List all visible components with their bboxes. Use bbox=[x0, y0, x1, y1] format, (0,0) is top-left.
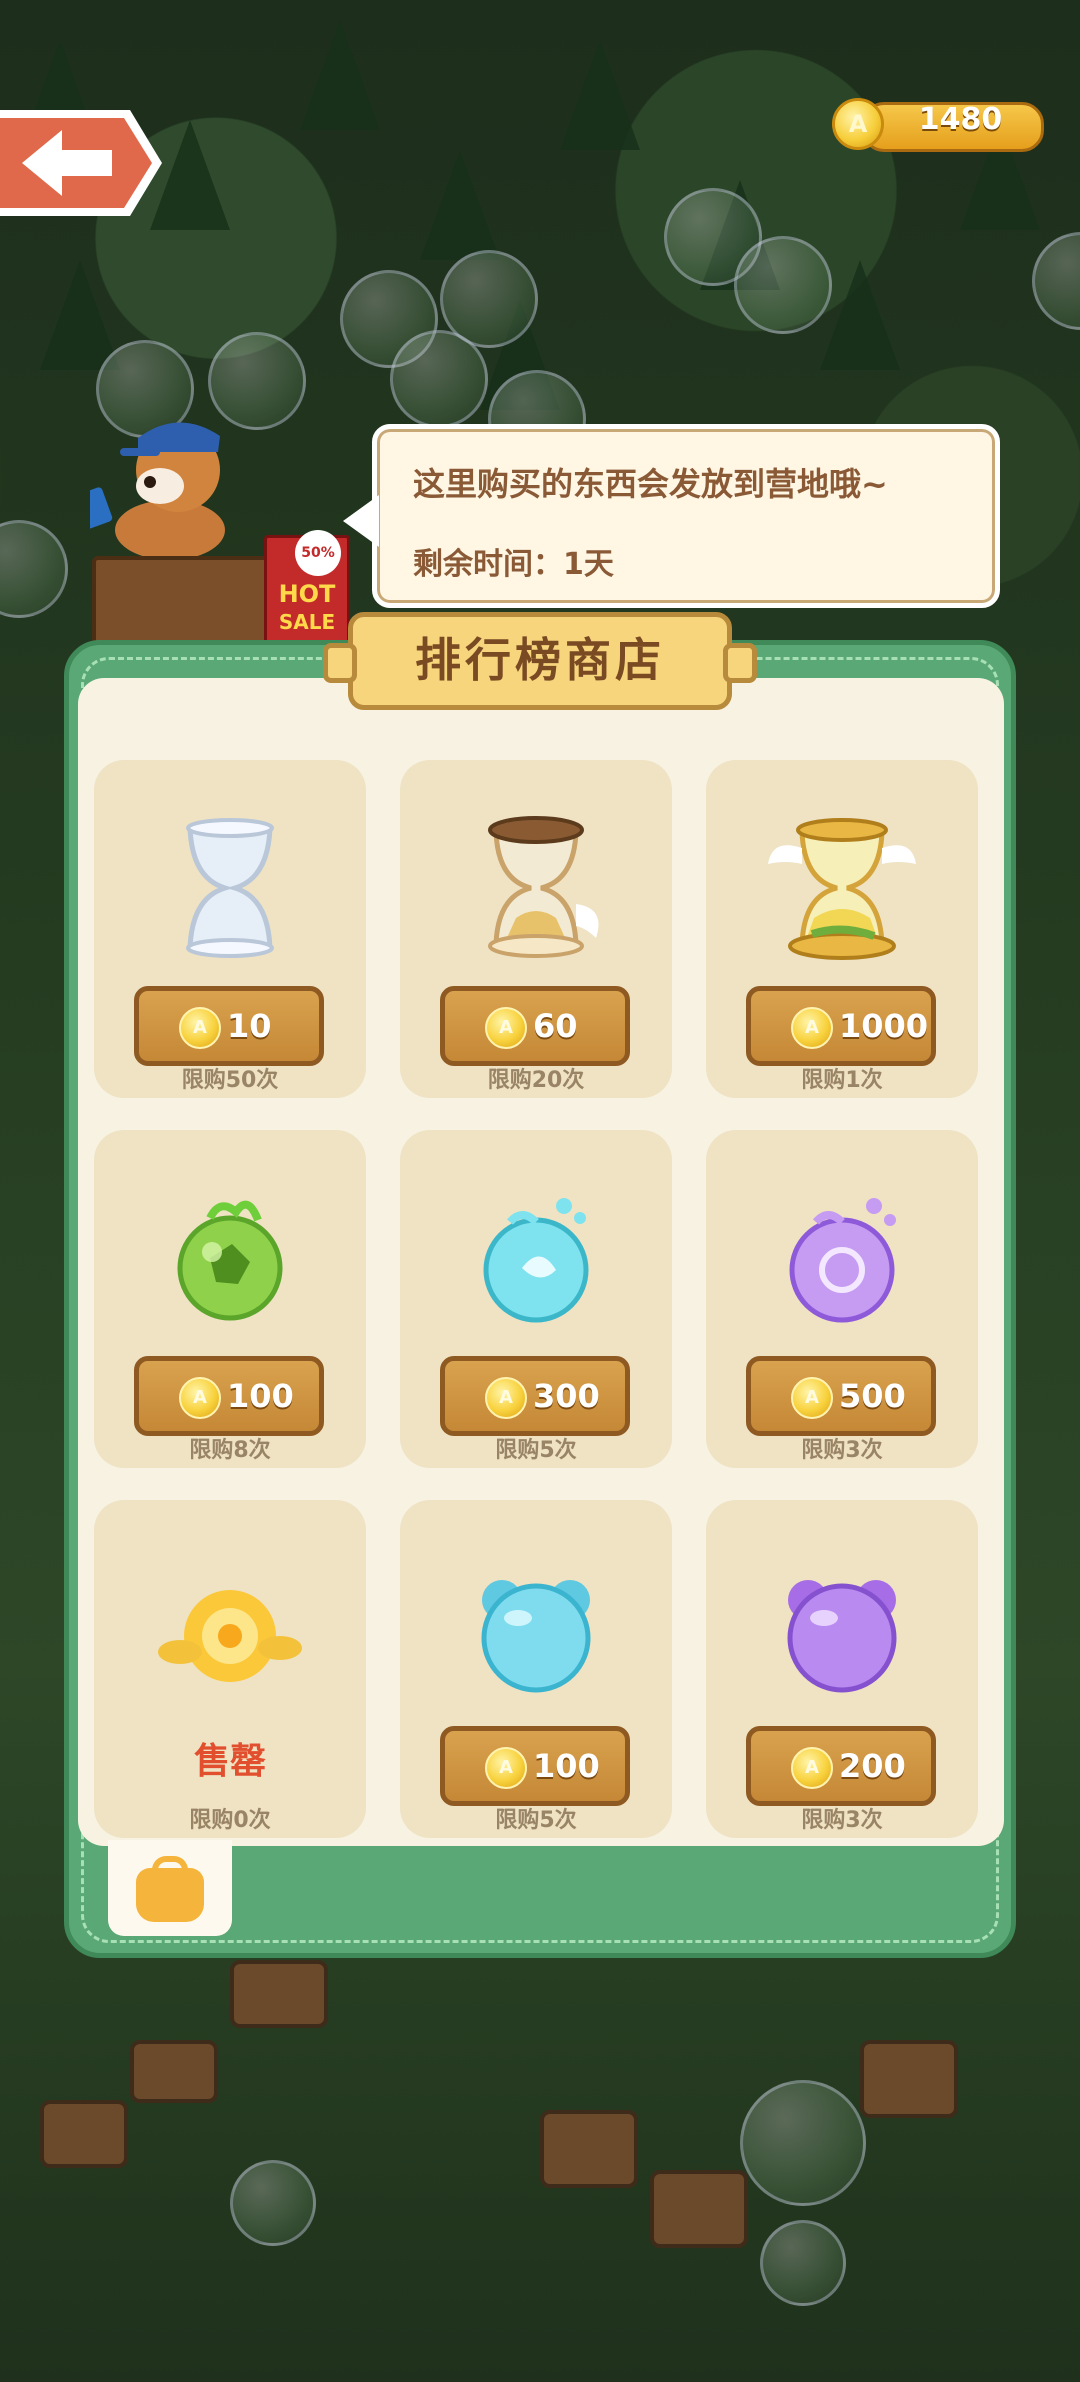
shop-title-text: 排行榜商店 bbox=[415, 633, 665, 687]
purchase-limit: 限购20次 bbox=[487, 1068, 585, 1093]
golden-rose-icon bbox=[158, 1590, 302, 1682]
price-label: 100 bbox=[533, 1747, 600, 1785]
blue-bear-jelly-icon bbox=[481, 1580, 591, 1693]
price-label: 60 bbox=[533, 1007, 578, 1045]
speech-bubble: 这里购买的东西会发放到营地哦~ 剩余时间：1天 bbox=[343, 424, 1000, 608]
buy-button[interactable]: 1000 bbox=[746, 986, 936, 1066]
purchase-limit: 限购3次 bbox=[801, 1808, 883, 1833]
discount-badge: 50% OFF bbox=[295, 530, 341, 607]
shop-item-card: 售罄 限购0次 bbox=[94, 1500, 366, 1838]
coin-icon bbox=[485, 1377, 527, 1419]
shop-item-card[interactable]: 10 限购50次 bbox=[94, 760, 366, 1098]
bag-icon bbox=[136, 1856, 204, 1922]
hot-label: HOT bbox=[278, 580, 336, 608]
shop-grid: 10 限购50次 60 限购20次 1000 bbox=[78, 678, 1004, 1846]
purchase-limit: 限购0次 bbox=[189, 1808, 271, 1833]
price-label: 300 bbox=[533, 1377, 600, 1415]
purchase-limit: 限购8次 bbox=[189, 1438, 271, 1463]
buy-button[interactable]: 300 bbox=[440, 1356, 630, 1436]
back-arrow-icon bbox=[0, 110, 162, 216]
coin-icon bbox=[485, 1747, 527, 1789]
hourglass-wood-icon bbox=[488, 816, 599, 958]
back-button[interactable] bbox=[0, 104, 165, 222]
coin-icon bbox=[791, 1377, 833, 1419]
price-label: 1000 bbox=[839, 1007, 929, 1045]
coin-icon bbox=[179, 1377, 221, 1419]
shop-title: 排行榜商店 bbox=[323, 612, 757, 710]
buy-button[interactable]: 60 bbox=[440, 986, 630, 1066]
price-label: 200 bbox=[839, 1747, 906, 1785]
price-label: 500 bbox=[839, 1377, 906, 1415]
shop-item-card[interactable]: 60 限购20次 bbox=[400, 760, 672, 1098]
shop-item-card[interactable]: 500 限购3次 bbox=[706, 1130, 978, 1468]
shop-item-card[interactable]: 100 限购8次 bbox=[94, 1130, 366, 1468]
coin-balance-value: 1480 bbox=[918, 102, 1003, 137]
purple-orb-icon bbox=[789, 1198, 896, 1323]
coin-icon bbox=[791, 1007, 833, 1049]
speech-message: 这里购买的东西会发放到营地哦~ bbox=[413, 465, 888, 503]
coin-icon bbox=[179, 1007, 221, 1049]
price-label: 100 bbox=[227, 1377, 294, 1415]
hourglass-golden-icon bbox=[768, 818, 916, 960]
shopkeeper-dog bbox=[75, 400, 250, 560]
hot-sale-sign: 50% OFF HOT SALE bbox=[264, 530, 350, 651]
purchase-limit: 限购50次 bbox=[181, 1068, 279, 1093]
purchase-limit: 限购5次 bbox=[495, 1438, 577, 1463]
coin-icon bbox=[791, 1747, 833, 1789]
sale-label: SALE bbox=[278, 610, 336, 634]
price-label: 10 bbox=[227, 1007, 272, 1045]
purchase-limit: 限购5次 bbox=[495, 1808, 577, 1833]
coin-balance: 1480 bbox=[832, 98, 1044, 152]
buy-button[interactable]: 100 bbox=[134, 1356, 324, 1436]
remaining-time: 剩余时间：1天 bbox=[413, 547, 614, 582]
cyan-orb-icon bbox=[483, 1198, 589, 1323]
bag-tab[interactable] bbox=[108, 1840, 232, 1936]
sold-out-label: 售罄 bbox=[193, 1741, 266, 1782]
shop-item-card[interactable]: 100 限购5次 bbox=[400, 1500, 672, 1838]
purple-bear-jelly-icon bbox=[787, 1580, 897, 1693]
shop-item-card[interactable]: 1000 限购1次 bbox=[706, 760, 978, 1098]
purchase-limit: 限购1次 bbox=[801, 1068, 883, 1093]
buy-button[interactable]: 500 bbox=[746, 1356, 936, 1436]
shop-item-card[interactable]: 200 限购3次 bbox=[706, 1500, 978, 1838]
purchase-limit: 限购3次 bbox=[801, 1438, 883, 1463]
coin-icon bbox=[832, 98, 884, 150]
buy-button[interactable]: 10 bbox=[134, 986, 324, 1066]
buy-button[interactable]: 100 bbox=[440, 1726, 630, 1806]
shop-item-card[interactable]: 300 限购5次 bbox=[400, 1130, 672, 1468]
green-orb-icon bbox=[177, 1200, 283, 1321]
coin-icon bbox=[485, 1007, 527, 1049]
hourglass-clear-icon bbox=[186, 818, 274, 958]
buy-button[interactable]: 200 bbox=[746, 1726, 936, 1806]
